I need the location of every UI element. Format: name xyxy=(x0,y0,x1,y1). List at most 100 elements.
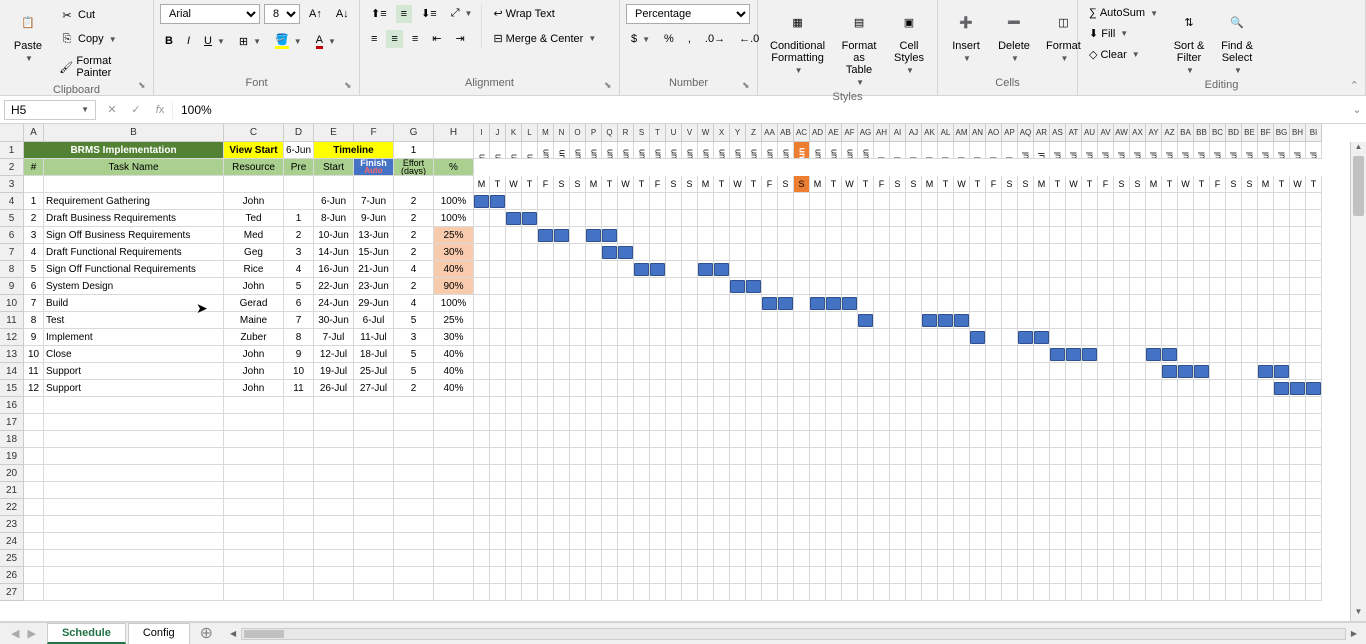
cell[interactable] xyxy=(1306,363,1322,380)
cell[interactable] xyxy=(906,550,922,567)
cell[interactable] xyxy=(650,244,666,261)
cell[interactable] xyxy=(1050,431,1066,448)
cell[interactable] xyxy=(1002,584,1018,601)
cell[interactable]: T xyxy=(1162,176,1178,193)
cell[interactable] xyxy=(1162,448,1178,465)
cell[interactable] xyxy=(1210,414,1226,431)
cell[interactable] xyxy=(778,448,794,465)
cell[interactable] xyxy=(1290,465,1306,482)
cell[interactable] xyxy=(954,261,970,278)
cell[interactable]: 14-Jul xyxy=(1082,142,1098,159)
cell[interactable] xyxy=(1114,448,1130,465)
cell[interactable] xyxy=(1162,329,1178,346)
cell[interactable] xyxy=(602,465,618,482)
cell[interactable] xyxy=(874,584,890,601)
cell[interactable] xyxy=(1162,380,1178,397)
cell[interactable] xyxy=(434,499,474,516)
cell[interactable]: S xyxy=(906,176,922,193)
row-header[interactable]: 15 xyxy=(0,380,24,397)
cell[interactable] xyxy=(650,312,666,329)
cell[interactable] xyxy=(1274,482,1290,499)
column-header[interactable]: F xyxy=(354,124,394,142)
cell[interactable] xyxy=(1114,312,1130,329)
cell[interactable] xyxy=(434,176,474,193)
cell[interactable] xyxy=(394,550,434,567)
cell[interactable] xyxy=(1034,448,1050,465)
cell[interactable] xyxy=(1034,295,1050,312)
cell[interactable] xyxy=(1194,584,1210,601)
cell[interactable] xyxy=(474,465,490,482)
cell[interactable] xyxy=(1194,261,1210,278)
cell[interactable] xyxy=(602,244,618,261)
cell[interactable] xyxy=(1146,465,1162,482)
cell[interactable] xyxy=(44,448,224,465)
cell[interactable] xyxy=(1034,414,1050,431)
cell[interactable] xyxy=(1210,227,1226,244)
cell[interactable] xyxy=(522,567,538,584)
cell[interactable] xyxy=(354,176,394,193)
cell[interactable] xyxy=(858,584,874,601)
cell[interactable] xyxy=(938,516,954,533)
cell[interactable] xyxy=(1082,584,1098,601)
cell[interactable]: 5 xyxy=(394,363,434,380)
cell[interactable] xyxy=(826,227,842,244)
cell[interactable] xyxy=(538,295,554,312)
cell[interactable] xyxy=(602,295,618,312)
cell[interactable] xyxy=(650,567,666,584)
cell[interactable]: 2 xyxy=(284,227,314,244)
cell[interactable] xyxy=(1018,295,1034,312)
cell[interactable]: 100% xyxy=(434,193,474,210)
cell[interactable] xyxy=(1194,295,1210,312)
cell[interactable] xyxy=(522,550,538,567)
cell[interactable] xyxy=(506,363,522,380)
cell[interactable] xyxy=(842,567,858,584)
cell[interactable] xyxy=(906,312,922,329)
cell[interactable] xyxy=(1306,329,1322,346)
cell[interactable] xyxy=(490,550,506,567)
clear-button[interactable]: ◇Clear▼ xyxy=(1084,45,1163,64)
cell[interactable]: 2 xyxy=(394,244,434,261)
cell[interactable] xyxy=(810,448,826,465)
cell[interactable] xyxy=(762,533,778,550)
cell[interactable] xyxy=(554,193,570,210)
row-header[interactable]: 18 xyxy=(0,431,24,448)
column-header[interactable]: K xyxy=(506,124,522,142)
cell[interactable] xyxy=(1162,465,1178,482)
cell[interactable] xyxy=(1066,193,1082,210)
cell[interactable] xyxy=(1210,448,1226,465)
cell[interactable]: Task Name xyxy=(44,159,224,176)
cell[interactable] xyxy=(810,414,826,431)
cell[interactable] xyxy=(1210,346,1226,363)
cell[interactable] xyxy=(698,244,714,261)
cell[interactable] xyxy=(938,431,954,448)
cell[interactable] xyxy=(1066,210,1082,227)
cell[interactable] xyxy=(354,584,394,601)
cell[interactable]: T xyxy=(634,176,650,193)
cell[interactable] xyxy=(826,431,842,448)
borders-button[interactable]: ⊞▼ xyxy=(234,32,266,51)
cell[interactable] xyxy=(1050,533,1066,550)
cell[interactable]: S xyxy=(666,176,682,193)
cell[interactable] xyxy=(682,397,698,414)
cell[interactable] xyxy=(434,414,474,431)
cell[interactable] xyxy=(1274,210,1290,227)
cell[interactable] xyxy=(922,584,938,601)
cell[interactable] xyxy=(1018,499,1034,516)
cell[interactable] xyxy=(1210,210,1226,227)
cell[interactable] xyxy=(602,210,618,227)
cell[interactable] xyxy=(730,210,746,227)
cell[interactable] xyxy=(1194,499,1210,516)
cell[interactable] xyxy=(1258,516,1274,533)
cell[interactable] xyxy=(570,261,586,278)
cell[interactable] xyxy=(650,227,666,244)
cell[interactable]: 27-Jul xyxy=(354,380,394,397)
cell[interactable] xyxy=(890,329,906,346)
cell[interactable] xyxy=(1194,244,1210,261)
find-select-button[interactable]: 🔍Find & Select▼ xyxy=(1215,4,1259,77)
column-header[interactable]: BA xyxy=(1178,124,1194,142)
cell[interactable] xyxy=(224,176,284,193)
cell[interactable] xyxy=(954,448,970,465)
cell[interactable] xyxy=(1146,346,1162,363)
cell[interactable] xyxy=(986,193,1002,210)
cell[interactable] xyxy=(906,414,922,431)
